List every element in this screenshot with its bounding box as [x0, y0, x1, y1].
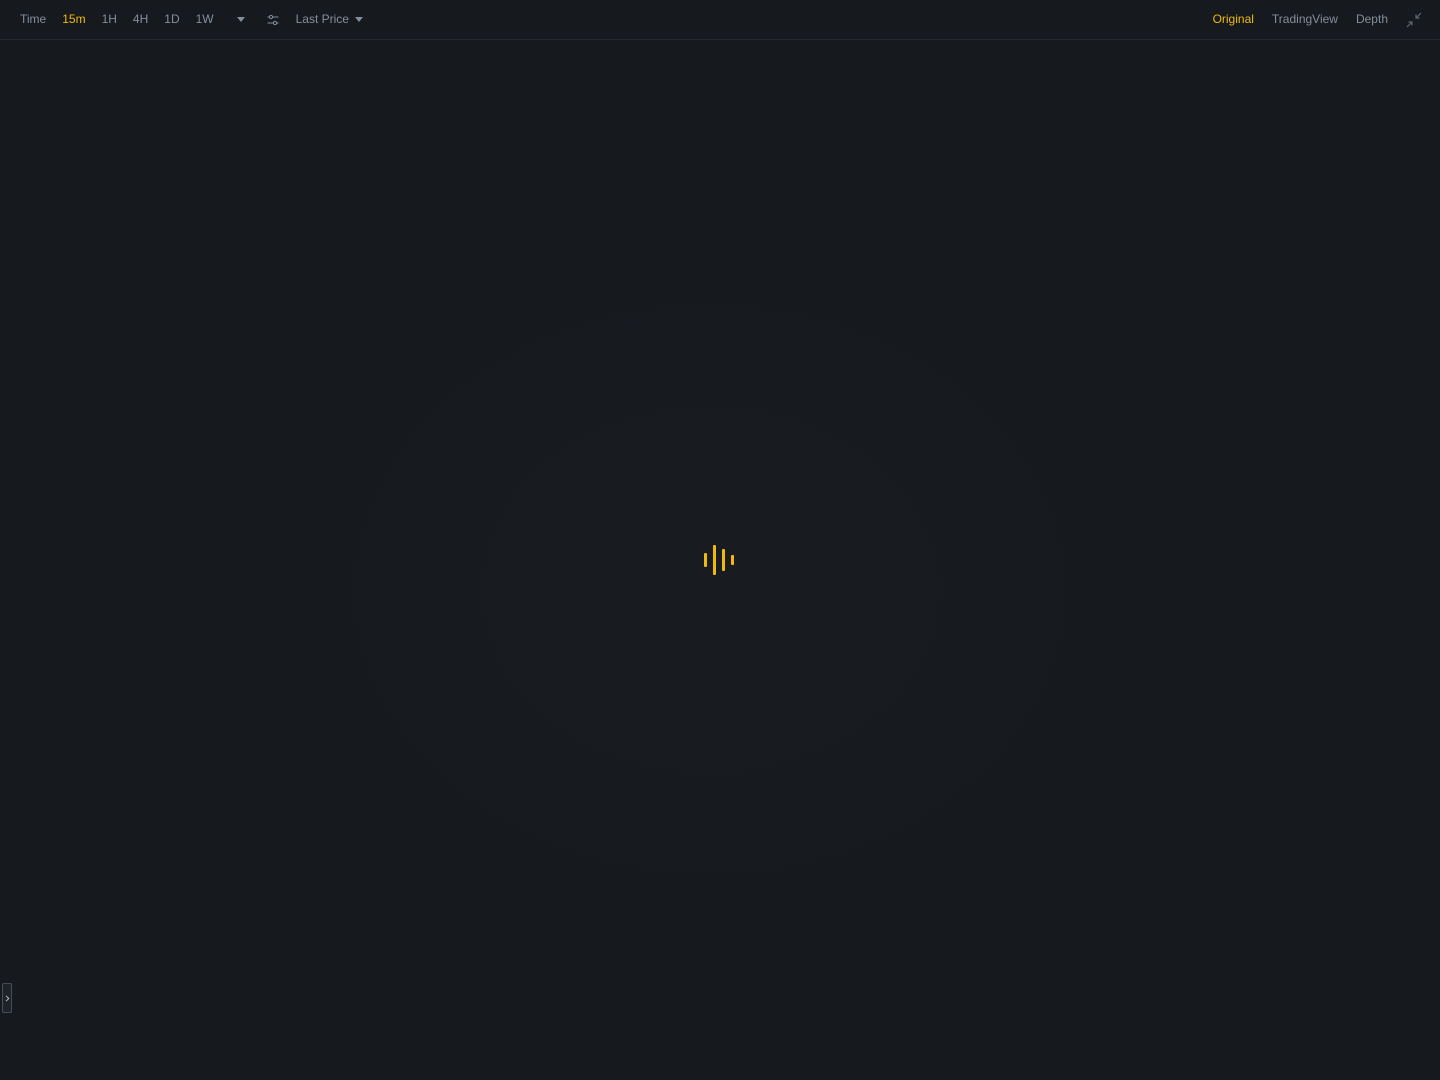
- price-type-label: Last Price: [295, 12, 349, 26]
- interval-time[interactable]: Time: [20, 0, 46, 39]
- view-tradingview-tab[interactable]: TradingView: [1272, 0, 1338, 39]
- chart-background-glow: [310, 270, 1110, 910]
- interval-group: Time 15m 1H 4H 1D 1W Last Price: [0, 0, 363, 39]
- loading-bars-icon: [704, 545, 736, 575]
- chart-canvas[interactable]: [0, 40, 1440, 1080]
- sliders-icon: [267, 14, 279, 25]
- sidebar-toggle-button[interactable]: [2, 983, 12, 1013]
- interval-1h[interactable]: 1H: [102, 0, 117, 39]
- more-intervals-button[interactable]: [236, 0, 246, 39]
- chart-settings-button[interactable]: [266, 0, 280, 39]
- interval-15m[interactable]: 15m: [62, 0, 85, 39]
- view-group: Original TradingView Depth: [1213, 0, 1440, 39]
- chevron-down-icon: [236, 17, 245, 22]
- collapse-icon: [1406, 12, 1422, 27]
- view-depth-tab[interactable]: Depth: [1356, 0, 1388, 39]
- caret-down-icon: [354, 17, 363, 22]
- chevron-right-icon: [5, 994, 10, 1002]
- interval-4h[interactable]: 4H: [133, 0, 148, 39]
- interval-1d[interactable]: 1D: [164, 0, 179, 39]
- chart-toolbar: Time 15m 1H 4H 1D 1W Last Price Original…: [0, 0, 1440, 40]
- view-original-tab[interactable]: Original: [1213, 0, 1254, 39]
- price-type-dropdown[interactable]: Last Price: [296, 0, 363, 39]
- interval-1w[interactable]: 1W: [196, 0, 214, 39]
- fullscreen-toggle-button[interactable]: [1406, 0, 1422, 39]
